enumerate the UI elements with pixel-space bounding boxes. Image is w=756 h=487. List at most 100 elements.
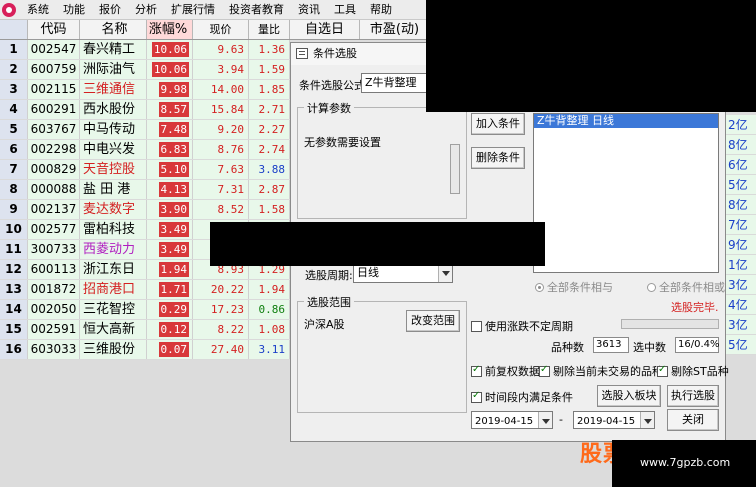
add-condition-button[interactable]: 加入条件 <box>471 113 525 135</box>
table-row[interactable]: 8 000088 盐 田 港 4.13 7.31 2.87 <box>0 180 290 200</box>
rise-percent: 3.90 <box>158 202 189 217</box>
stock-code: 002547 <box>28 40 80 59</box>
table-row[interactable]: 7 000829 天音控股 5.10 7.63 3.88 <box>0 160 290 180</box>
table-row[interactable]: 9 002137 麦达数字 3.90 8.52 1.58 <box>0 200 290 220</box>
use-variable-period-checkbox[interactable]: 使用涨跌不定周期 <box>471 318 573 334</box>
menu-analysis[interactable]: 分析 <box>128 0 164 20</box>
radio-all-or[interactable]: 全部条件相或 <box>647 279 725 295</box>
menu-function[interactable]: 功能 <box>56 0 92 20</box>
selected-value: 16/0.4% <box>675 337 720 353</box>
grid-header: 代码 名称 涨幅% 现价 量比 <box>0 20 290 40</box>
app-logo-icon[interactable] <box>2 2 16 17</box>
change-range-button[interactable]: 改变范围 <box>406 310 460 332</box>
volume-ratio: 1.85 <box>249 80 290 99</box>
menu-tools[interactable]: 工具 <box>327 0 363 20</box>
table-row[interactable]: 4 600291 西水股份 8.57 15.84 2.71 <box>0 100 290 120</box>
current-price: 14.00 <box>193 80 249 99</box>
right-cell: 3亿 <box>726 275 756 295</box>
rise-cell: 6.83 <box>147 140 193 159</box>
date-to-picker[interactable]: 2019-04-15 <box>573 411 655 429</box>
stock-code: 000829 <box>28 160 80 179</box>
table-row[interactable]: 1 002547 春兴精工 10.06 9.63 1.36 <box>0 40 290 60</box>
condition-item[interactable]: Z牛背整理 日线 <box>534 114 718 128</box>
pre-adjust-checkbox[interactable]: 前复权数据 <box>471 363 540 379</box>
date-from-value: 2019-04-15 <box>475 416 534 427</box>
rise-percent: 4.13 <box>158 182 189 197</box>
grid-body: 1 002547 春兴精工 10.06 9.63 1.36 2 600759 洲际油气 10.06… <box>0 40 290 360</box>
table-row[interactable]: 16 603033 三维股份 0.07 27.40 3.11 <box>0 340 290 360</box>
rise-percent: 3.49 <box>158 242 189 257</box>
period-value: 日线 <box>357 266 379 279</box>
row-index: 3 <box>0 80 28 99</box>
table-row[interactable]: 3 002115 三维通信 9.98 14.00 1.85 <box>0 80 290 100</box>
table-row[interactable]: 5 603767 中马传动 7.48 9.20 2.27 <box>0 120 290 140</box>
params-group-title: 计算参数 <box>304 100 354 116</box>
execute-button[interactable]: 执行选股 <box>667 385 719 407</box>
header-watch-date[interactable]: 自选日 <box>290 20 360 39</box>
dialog-title: 条件选股 <box>313 47 357 60</box>
row-index: 15 <box>0 320 28 339</box>
volume-ratio: 0.86 <box>249 300 290 319</box>
rise-percent: 3.49 <box>158 222 189 237</box>
formula-value: Z牛背整理 <box>365 76 417 89</box>
table-row[interactable]: 2 600759 洲际油气 10.06 3.94 1.59 <box>0 60 290 80</box>
header-pe-dynamic[interactable]: 市盈(动) <box>360 20 430 39</box>
range-group: 选股范围 沪深A股 改变范围 <box>297 294 467 413</box>
right-cell: 8亿 <box>726 135 756 155</box>
rise-percent: 10.06 <box>151 62 189 77</box>
period-select[interactable]: 日线 <box>353 263 453 283</box>
radio-all-and[interactable]: 全部条件相与 <box>535 279 613 295</box>
rise-cell: 3.49 <box>147 220 193 239</box>
table-row[interactable]: 13 001872 招商港口 1.71 20.22 1.94 <box>0 280 290 300</box>
header-volume-ratio[interactable]: 量比 <box>249 20 290 39</box>
stock-name: 招商港口 <box>80 280 147 299</box>
menu-system[interactable]: 系统 <box>20 0 56 20</box>
date-to-value: 2019-04-15 <box>577 416 636 427</box>
stock-code: 002298 <box>28 140 80 159</box>
menu-investor-education[interactable]: 投资者教育 <box>222 0 291 20</box>
params-scrollbar[interactable] <box>450 144 460 194</box>
redaction-mask-top-right <box>426 0 756 112</box>
exclude-suspended-checkbox[interactable]: 剔除当前未交易的品种 <box>539 363 663 379</box>
menu-help[interactable]: 帮助 <box>363 0 399 20</box>
row-index: 13 <box>0 280 28 299</box>
stock-name: 三维通信 <box>80 80 147 99</box>
menu-news[interactable]: 资讯 <box>291 0 327 20</box>
volume-ratio: 2.71 <box>249 100 290 119</box>
rise-percent: 0.07 <box>158 342 189 357</box>
stock-code: 600759 <box>28 60 80 79</box>
exclude-st-checkbox[interactable]: 剔除ST品种 <box>657 363 729 379</box>
header-index[interactable] <box>0 20 28 39</box>
header-name[interactable]: 名称 <box>80 20 147 39</box>
params-group: 计算参数 无参数需要设置 <box>297 100 467 219</box>
date-from-picker[interactable]: 2019-04-15 <box>471 411 553 429</box>
row-index: 9 <box>0 200 28 219</box>
table-row[interactable]: 6 002298 中电兴发 6.83 8.76 2.74 <box>0 140 290 160</box>
row-index: 7 <box>0 160 28 179</box>
table-row[interactable]: 14 002050 三花智控 0.29 17.23 0.86 <box>0 300 290 320</box>
stock-name: 中电兴发 <box>80 140 147 159</box>
header-rise[interactable]: 涨幅% <box>147 20 193 39</box>
row-index: 4 <box>0 100 28 119</box>
menu-quote[interactable]: 报价 <box>92 0 128 20</box>
time-range-checkbox[interactable]: 时间段内满足条件 <box>471 389 573 405</box>
header-price[interactable]: 现价 <box>193 20 249 39</box>
range-group-title: 选股范围 <box>304 294 354 310</box>
rise-cell: 5.10 <box>147 160 193 179</box>
to-block-button[interactable]: 选股入板块 <box>597 385 661 407</box>
row-index: 8 <box>0 180 28 199</box>
delete-condition-button[interactable]: 删除条件 <box>471 147 525 169</box>
stock-name: 浙江东日 <box>80 260 147 279</box>
close-button[interactable]: 关闭 <box>667 409 719 431</box>
stock-name: 洲际油气 <box>80 60 147 79</box>
table-row[interactable]: 15 002591 恒大高新 0.12 8.22 1.08 <box>0 320 290 340</box>
stock-name: 中马传动 <box>80 120 147 139</box>
volume-ratio: 3.88 <box>249 160 290 179</box>
stock-name: 麦达数字 <box>80 200 147 219</box>
right-cell: 5亿 <box>726 175 756 195</box>
header-code[interactable]: 代码 <box>28 20 80 39</box>
progress-bar <box>621 319 719 329</box>
condition-list[interactable]: Z牛背整理 日线 <box>533 113 719 273</box>
current-price: 20.22 <box>193 280 249 299</box>
menu-extended-market[interactable]: 扩展行情 <box>164 0 222 20</box>
